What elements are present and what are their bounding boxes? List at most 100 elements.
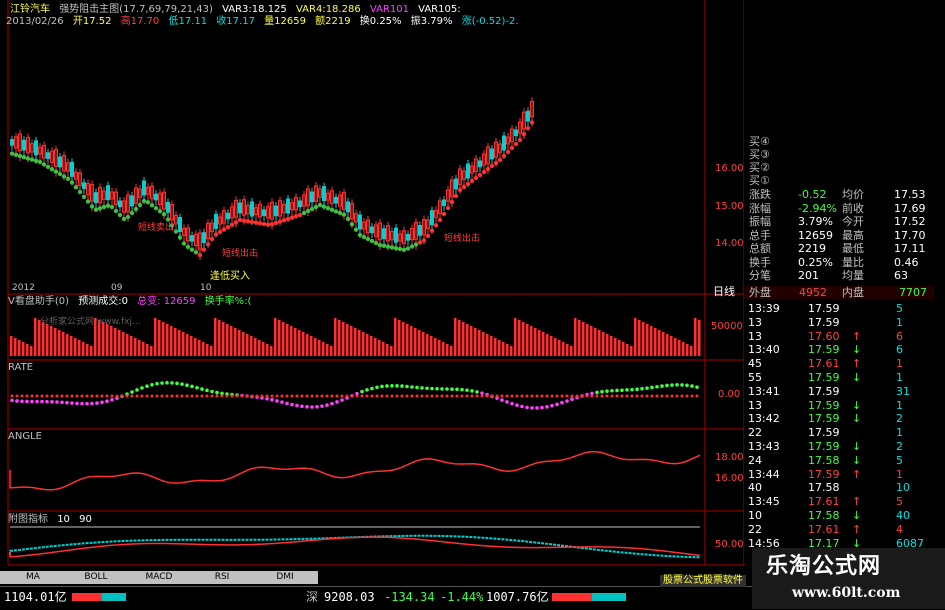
rate-zero-dot xyxy=(410,394,414,398)
trend-dot xyxy=(453,193,459,199)
rate-dot xyxy=(340,398,344,402)
sz-bar-red xyxy=(552,593,592,601)
trend-dot xyxy=(405,246,411,251)
candle-body xyxy=(118,200,122,208)
brand-url[interactable]: www.60lt.com xyxy=(792,584,900,602)
candle-body xyxy=(430,210,434,226)
volume-bar xyxy=(294,328,297,356)
rate-zero-dot xyxy=(400,394,404,398)
rate-dot xyxy=(655,384,659,389)
rate-zero-dot xyxy=(340,394,344,398)
stats-value: 12659 xyxy=(798,228,833,242)
trend-dot xyxy=(265,222,271,227)
tick-volume: 1 xyxy=(896,467,903,481)
volume-bar xyxy=(410,326,413,356)
rate-zero-dot xyxy=(445,394,449,398)
trend-dot xyxy=(229,222,235,227)
tick-price: 17.59 xyxy=(808,315,840,329)
rate-zero-dot xyxy=(575,394,579,398)
candle-body xyxy=(358,214,362,230)
volume-bar xyxy=(50,326,53,356)
tab-ma[interactable]: MA xyxy=(0,571,67,584)
rate-zero-dot xyxy=(360,394,364,398)
rate-dot xyxy=(175,381,179,386)
trend-dot xyxy=(121,216,127,222)
rate-zero-dot xyxy=(75,394,79,398)
candle-body xyxy=(514,129,518,137)
trend-dot xyxy=(489,163,495,169)
quote-amplitude: 振3.79% xyxy=(410,16,453,27)
volume-bar xyxy=(258,340,261,356)
volume-bar xyxy=(414,328,417,356)
daily-tag[interactable]: 日线 xyxy=(713,286,735,298)
candle-body xyxy=(370,226,374,234)
tab-dmi[interactable]: DMI xyxy=(252,571,319,584)
volume-bar xyxy=(122,332,125,356)
rate-dot xyxy=(465,388,469,392)
rate-zero-dot xyxy=(210,394,214,398)
trend-dot xyxy=(285,216,291,222)
trend-dot xyxy=(221,227,227,232)
stats-value-2: 17.52 xyxy=(894,215,926,228)
rate-zero-dot xyxy=(430,394,434,398)
trend-dot xyxy=(497,157,503,163)
stats-value-2: 17.69 xyxy=(894,201,926,215)
rate-dot xyxy=(545,405,549,409)
tick-row: 22 17.61 ↑ 4 xyxy=(746,523,934,537)
tick-arrow: ↑ xyxy=(852,495,862,509)
trend-dot xyxy=(437,217,443,223)
volume-bar xyxy=(314,338,317,356)
tick-arrow: ↑ xyxy=(852,467,862,481)
rate-dot xyxy=(615,388,619,393)
candle-body xyxy=(298,200,302,208)
tick-volume: 1 xyxy=(896,357,903,371)
volume-bar xyxy=(578,320,581,356)
sz-change: -134.34 xyxy=(384,590,435,604)
rate-zero-dot xyxy=(225,394,229,398)
rate-zero-dot xyxy=(215,394,219,398)
rate-zero-dot xyxy=(315,394,319,398)
volume-bar xyxy=(30,346,33,356)
tab-rsi[interactable]: RSI xyxy=(189,571,256,584)
rate-dot xyxy=(430,386,434,391)
candle-body xyxy=(190,235,194,242)
candle-body xyxy=(262,209,266,217)
stats-label: 涨幅 xyxy=(749,201,771,215)
trend-dot xyxy=(117,212,123,218)
stats-label-2: 均量 xyxy=(842,269,864,282)
rate-zero-dot xyxy=(275,394,279,398)
rate-zero-dot xyxy=(590,394,594,398)
candle-body xyxy=(166,202,170,213)
rate-dot xyxy=(445,387,449,391)
rate-dot xyxy=(215,390,219,395)
stats-row: 涨跌 -0.52 均价 17.53 xyxy=(744,188,934,201)
trend-dot xyxy=(433,223,439,228)
ad-text[interactable]: 股票公式股票软件 xyxy=(660,575,746,587)
rate-zero-dot xyxy=(325,394,329,398)
rate-dot xyxy=(155,381,159,386)
trend-dot xyxy=(205,242,211,247)
volume-bar xyxy=(602,332,605,356)
tick-time: 22 xyxy=(748,522,762,536)
tab-boll[interactable]: BOLL xyxy=(63,571,130,584)
rate-zero-dot xyxy=(295,394,299,398)
rate-dot xyxy=(130,390,134,394)
volume-bar xyxy=(226,324,229,356)
annotation-buy: 逢低买入 xyxy=(210,271,250,282)
tab-macd[interactable]: MACD xyxy=(126,571,193,584)
trend-dot xyxy=(277,219,283,224)
rate-zero-dot xyxy=(300,394,304,398)
volume-bar xyxy=(582,322,585,356)
tick-volume: 40 xyxy=(896,509,910,522)
rate-zero-dot xyxy=(175,394,179,398)
trend-dot xyxy=(37,159,43,165)
rate-zero-dot xyxy=(635,394,639,398)
rate-dot xyxy=(530,406,534,410)
stats-row: 涨幅 -2.94% 前收 17.69 xyxy=(744,202,934,215)
tick-price: 17.59 xyxy=(808,343,840,357)
stock-name[interactable]: 江铃汽车 xyxy=(10,4,50,15)
stats-label: 总手 xyxy=(749,228,771,242)
trend-dot xyxy=(217,229,223,235)
volume-bar xyxy=(378,340,381,356)
volume-bar xyxy=(662,332,665,356)
